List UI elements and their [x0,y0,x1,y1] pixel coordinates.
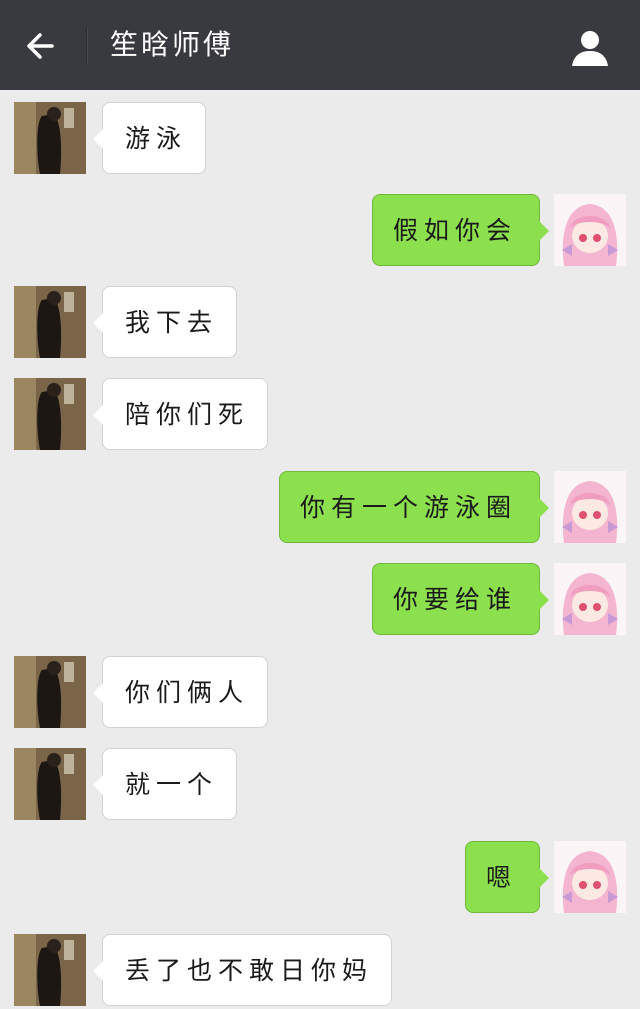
message-row: 嗯 [0,841,640,913]
back-button[interactable] [22,26,62,66]
arrow-left-icon [27,33,54,59]
my-avatar[interactable] [554,194,626,266]
contact-avatar[interactable] [14,748,86,820]
message-row: 假如你会 [0,194,640,266]
my-avatar[interactable] [554,841,626,913]
incoming-message-bubble[interactable]: 就一个 [92,748,238,820]
chat-title: 笙晗师傅 [110,28,235,61]
incoming-message-bubble[interactable]: 你们俩人 [92,656,269,728]
person-icon [572,31,608,66]
message-row: 游泳 [0,102,640,174]
message-row: 丢了也不敢日你妈 [0,934,640,1006]
message-row: 你要给谁 [0,563,640,635]
outgoing-message-bubble[interactable]: 你要给谁 [371,563,550,635]
my-avatar[interactable] [554,563,626,635]
incoming-message-bubble[interactable]: 我下去 [92,286,238,358]
my-avatar[interactable] [554,471,626,543]
outgoing-message-bubble[interactable]: 嗯 [464,841,550,913]
contact-avatar[interactable] [14,378,86,450]
outgoing-message-bubble[interactable]: 假如你会 [371,194,550,266]
message-list[interactable]: 游泳 假如你会 我下去 陪你们死 你有一个游泳圈 你要给谁 你们俩人 就一个 嗯… [0,90,640,1009]
incoming-message-bubble[interactable]: 游泳 [92,102,207,174]
message-row: 你有一个游泳圈 [0,471,640,543]
message-row: 陪你们死 [0,378,640,450]
contact-avatar[interactable] [14,286,86,358]
contact-avatar[interactable] [14,934,86,1006]
contact-avatar[interactable] [14,656,86,728]
outgoing-message-bubble[interactable]: 你有一个游泳圈 [278,471,550,543]
chat-header: 笙晗师傅 [0,0,640,90]
message-row: 你们俩人 [0,656,640,728]
header-divider [86,28,87,64]
message-row: 我下去 [0,286,640,358]
contact-avatar[interactable] [14,102,86,174]
message-row: 就一个 [0,748,640,820]
incoming-message-bubble[interactable]: 陪你们死 [92,378,269,450]
incoming-message-bubble[interactable]: 丢了也不敢日你妈 [92,934,393,1006]
profile-button[interactable] [570,28,610,68]
